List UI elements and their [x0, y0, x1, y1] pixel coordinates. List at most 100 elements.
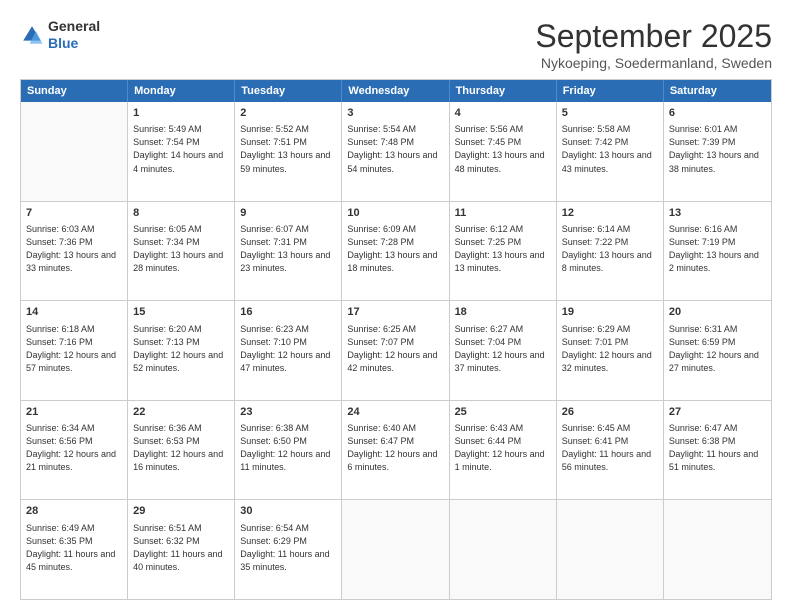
- logo: General Blue: [20, 18, 100, 52]
- day-info: Sunrise: 6:14 AMSunset: 7:22 PMDaylight:…: [562, 223, 658, 275]
- day-info: Sunrise: 6:16 AMSunset: 7:19 PMDaylight:…: [669, 223, 766, 275]
- logo-text: General Blue: [48, 18, 100, 52]
- day-number: 16: [240, 305, 336, 320]
- weekday-header-sunday: Sunday: [21, 80, 128, 102]
- day-number: 30: [240, 504, 336, 519]
- weekday-header-thursday: Thursday: [450, 80, 557, 102]
- day-cell-2: 2Sunrise: 5:52 AMSunset: 7:51 PMDaylight…: [235, 102, 342, 201]
- empty-cell: [557, 500, 664, 599]
- day-number: 4: [455, 106, 551, 121]
- calendar-body: 1 Sunrise: 5:49 AMSunset: 7:54 PMDaylight…: [21, 102, 771, 599]
- empty-cell: [21, 102, 128, 201]
- logo-general: General: [48, 18, 100, 35]
- day-info: Sunrise: 6:34 AMSunset: 6:56 PMDaylight:…: [26, 422, 122, 474]
- calendar-row-5: 28Sunrise: 6:49 AMSunset: 6:35 PMDayligh…: [21, 499, 771, 599]
- title-block: September 2025 Nykoeping, Soedermanland,…: [535, 18, 772, 71]
- day-cell-24: 24 Sunrise: 6:40 AMSunset: 6:47 PMDayligh…: [342, 401, 449, 500]
- day-number: 23: [240, 405, 336, 420]
- day-info: Sunrise: 6:31 AMSunset: 6:59 PMDaylight:…: [669, 323, 766, 375]
- day-number: 20: [669, 305, 766, 320]
- location: Nykoeping, Soedermanland, Sweden: [535, 55, 772, 71]
- weekday-header-tuesday: Tuesday: [235, 80, 342, 102]
- empty-cell: [450, 500, 557, 599]
- calendar-header: SundayMondayTuesdayWednesdayThursdayFrid…: [21, 80, 771, 102]
- calendar: SundayMondayTuesdayWednesdayThursdayFrid…: [20, 79, 772, 600]
- day-info: Sunrise: 6:20 AMSunset: 7:13 PMDaylight:…: [133, 323, 229, 375]
- weekday-header-friday: Friday: [557, 80, 664, 102]
- day-info: Sunrise: 6:47 AMSunset: 6:38 PMDaylight:…: [669, 422, 766, 474]
- day-number: 12: [562, 206, 658, 221]
- day-cell-9: 9 Sunrise: 6:07 AMSunset: 7:31 PMDaylight…: [235, 202, 342, 301]
- day-number: 13: [669, 206, 766, 221]
- day-cell-8: 8 Sunrise: 6:05 AMSunset: 7:34 PMDaylight…: [128, 202, 235, 301]
- day-info: Sunrise: 5:58 AMSunset: 7:42 PMDaylight:…: [562, 123, 658, 175]
- day-number: 28: [26, 504, 122, 519]
- empty-cell: [664, 500, 771, 599]
- page: General Blue September 2025 Nykoeping, S…: [0, 0, 792, 612]
- day-info: Sunrise: 5:49 AMSunset: 7:54 PMDaylight:…: [133, 123, 229, 175]
- day-info: Sunrise: 5:54 AMSunset: 7:48 PMDaylight:…: [347, 123, 443, 175]
- header: General Blue September 2025 Nykoeping, S…: [20, 18, 772, 71]
- day-cell-10: 10 Sunrise: 6:09 AMSunset: 7:28 PMDayligh…: [342, 202, 449, 301]
- day-cell-1: 1 Sunrise: 5:49 AMSunset: 7:54 PMDaylight…: [128, 102, 235, 201]
- day-number: 21: [26, 405, 122, 420]
- logo-blue: Blue: [48, 35, 100, 52]
- day-info: Sunrise: 6:07 AMSunset: 7:31 PMDaylight:…: [240, 223, 336, 275]
- day-number: 9: [240, 206, 336, 221]
- day-info: Sunrise: 6:23 AMSunset: 7:10 PMDaylight:…: [240, 323, 336, 375]
- day-number: 14: [26, 305, 122, 320]
- day-cell-13: 13 Sunrise: 6:16 AMSunset: 7:19 PMDayligh…: [664, 202, 771, 301]
- day-info: Sunrise: 6:29 AMSunset: 7:01 PMDaylight:…: [562, 323, 658, 375]
- day-number: 1: [133, 106, 229, 121]
- month-title: September 2025: [535, 18, 772, 55]
- day-cell-22: 22Sunrise: 6:36 AMSunset: 6:53 PMDayligh…: [128, 401, 235, 500]
- day-cell-5: 5 Sunrise: 5:58 AMSunset: 7:42 PMDaylight…: [557, 102, 664, 201]
- day-number: 6: [669, 106, 766, 121]
- day-number: 22: [133, 405, 229, 420]
- day-info: Sunrise: 6:27 AMSunset: 7:04 PMDaylight:…: [455, 323, 551, 375]
- day-cell-15: 15 Sunrise: 6:20 AMSunset: 7:13 PMDayligh…: [128, 301, 235, 400]
- logo-icon: [20, 23, 44, 47]
- day-number: 3: [347, 106, 443, 121]
- day-cell-29: 29 Sunrise: 6:51 AMSunset: 6:32 PMDayligh…: [128, 500, 235, 599]
- day-number: 18: [455, 305, 551, 320]
- day-number: 27: [669, 405, 766, 420]
- day-number: 26: [562, 405, 658, 420]
- day-info: Sunrise: 6:25 AMSunset: 7:07 PMDaylight:…: [347, 323, 443, 375]
- weekday-header-saturday: Saturday: [664, 80, 771, 102]
- calendar-row-4: 21 Sunrise: 6:34 AMSunset: 6:56 PMDayligh…: [21, 400, 771, 500]
- day-cell-26: 26Sunrise: 6:45 AMSunset: 6:41 PMDayligh…: [557, 401, 664, 500]
- day-cell-3: 3 Sunrise: 5:54 AMSunset: 7:48 PMDaylight…: [342, 102, 449, 201]
- day-info: Sunrise: 6:51 AMSunset: 6:32 PMDaylight:…: [133, 522, 229, 574]
- day-number: 5: [562, 106, 658, 121]
- day-cell-23: 23 Sunrise: 6:38 AMSunset: 6:50 PMDayligh…: [235, 401, 342, 500]
- day-cell-12: 12 Sunrise: 6:14 AMSunset: 7:22 PMDayligh…: [557, 202, 664, 301]
- day-cell-21: 21 Sunrise: 6:34 AMSunset: 6:56 PMDayligh…: [21, 401, 128, 500]
- day-number: 11: [455, 206, 551, 221]
- day-number: 8: [133, 206, 229, 221]
- day-cell-4: 4 Sunrise: 5:56 AMSunset: 7:45 PMDaylight…: [450, 102, 557, 201]
- day-number: 10: [347, 206, 443, 221]
- calendar-row-2: 7Sunrise: 6:03 AMSunset: 7:36 PMDaylight…: [21, 201, 771, 301]
- day-info: Sunrise: 6:09 AMSunset: 7:28 PMDaylight:…: [347, 223, 443, 275]
- weekday-header-wednesday: Wednesday: [342, 80, 449, 102]
- day-cell-30: 30 Sunrise: 6:54 AMSunset: 6:29 PMDayligh…: [235, 500, 342, 599]
- day-info: Sunrise: 6:01 AMSunset: 7:39 PMDaylight:…: [669, 123, 766, 175]
- day-number: 15: [133, 305, 229, 320]
- day-info: Sunrise: 6:03 AMSunset: 7:36 PMDaylight:…: [26, 223, 122, 275]
- day-info: Sunrise: 6:54 AMSunset: 6:29 PMDaylight:…: [240, 522, 336, 574]
- day-number: 19: [562, 305, 658, 320]
- day-number: 29: [133, 504, 229, 519]
- day-info: Sunrise: 5:56 AMSunset: 7:45 PMDaylight:…: [455, 123, 551, 175]
- day-info: Sunrise: 6:12 AMSunset: 7:25 PMDaylight:…: [455, 223, 551, 275]
- calendar-row-3: 14Sunrise: 6:18 AMSunset: 7:16 PMDayligh…: [21, 300, 771, 400]
- day-cell-27: 27 Sunrise: 6:47 AMSunset: 6:38 PMDayligh…: [664, 401, 771, 500]
- empty-cell: [342, 500, 449, 599]
- day-info: Sunrise: 6:40 AMSunset: 6:47 PMDaylight:…: [347, 422, 443, 474]
- day-number: 24: [347, 405, 443, 420]
- day-info: Sunrise: 6:38 AMSunset: 6:50 PMDaylight:…: [240, 422, 336, 474]
- day-cell-7: 7Sunrise: 6:03 AMSunset: 7:36 PMDaylight…: [21, 202, 128, 301]
- day-number: 17: [347, 305, 443, 320]
- day-cell-16: 16 Sunrise: 6:23 AMSunset: 7:10 PMDayligh…: [235, 301, 342, 400]
- day-info: Sunrise: 6:05 AMSunset: 7:34 PMDaylight:…: [133, 223, 229, 275]
